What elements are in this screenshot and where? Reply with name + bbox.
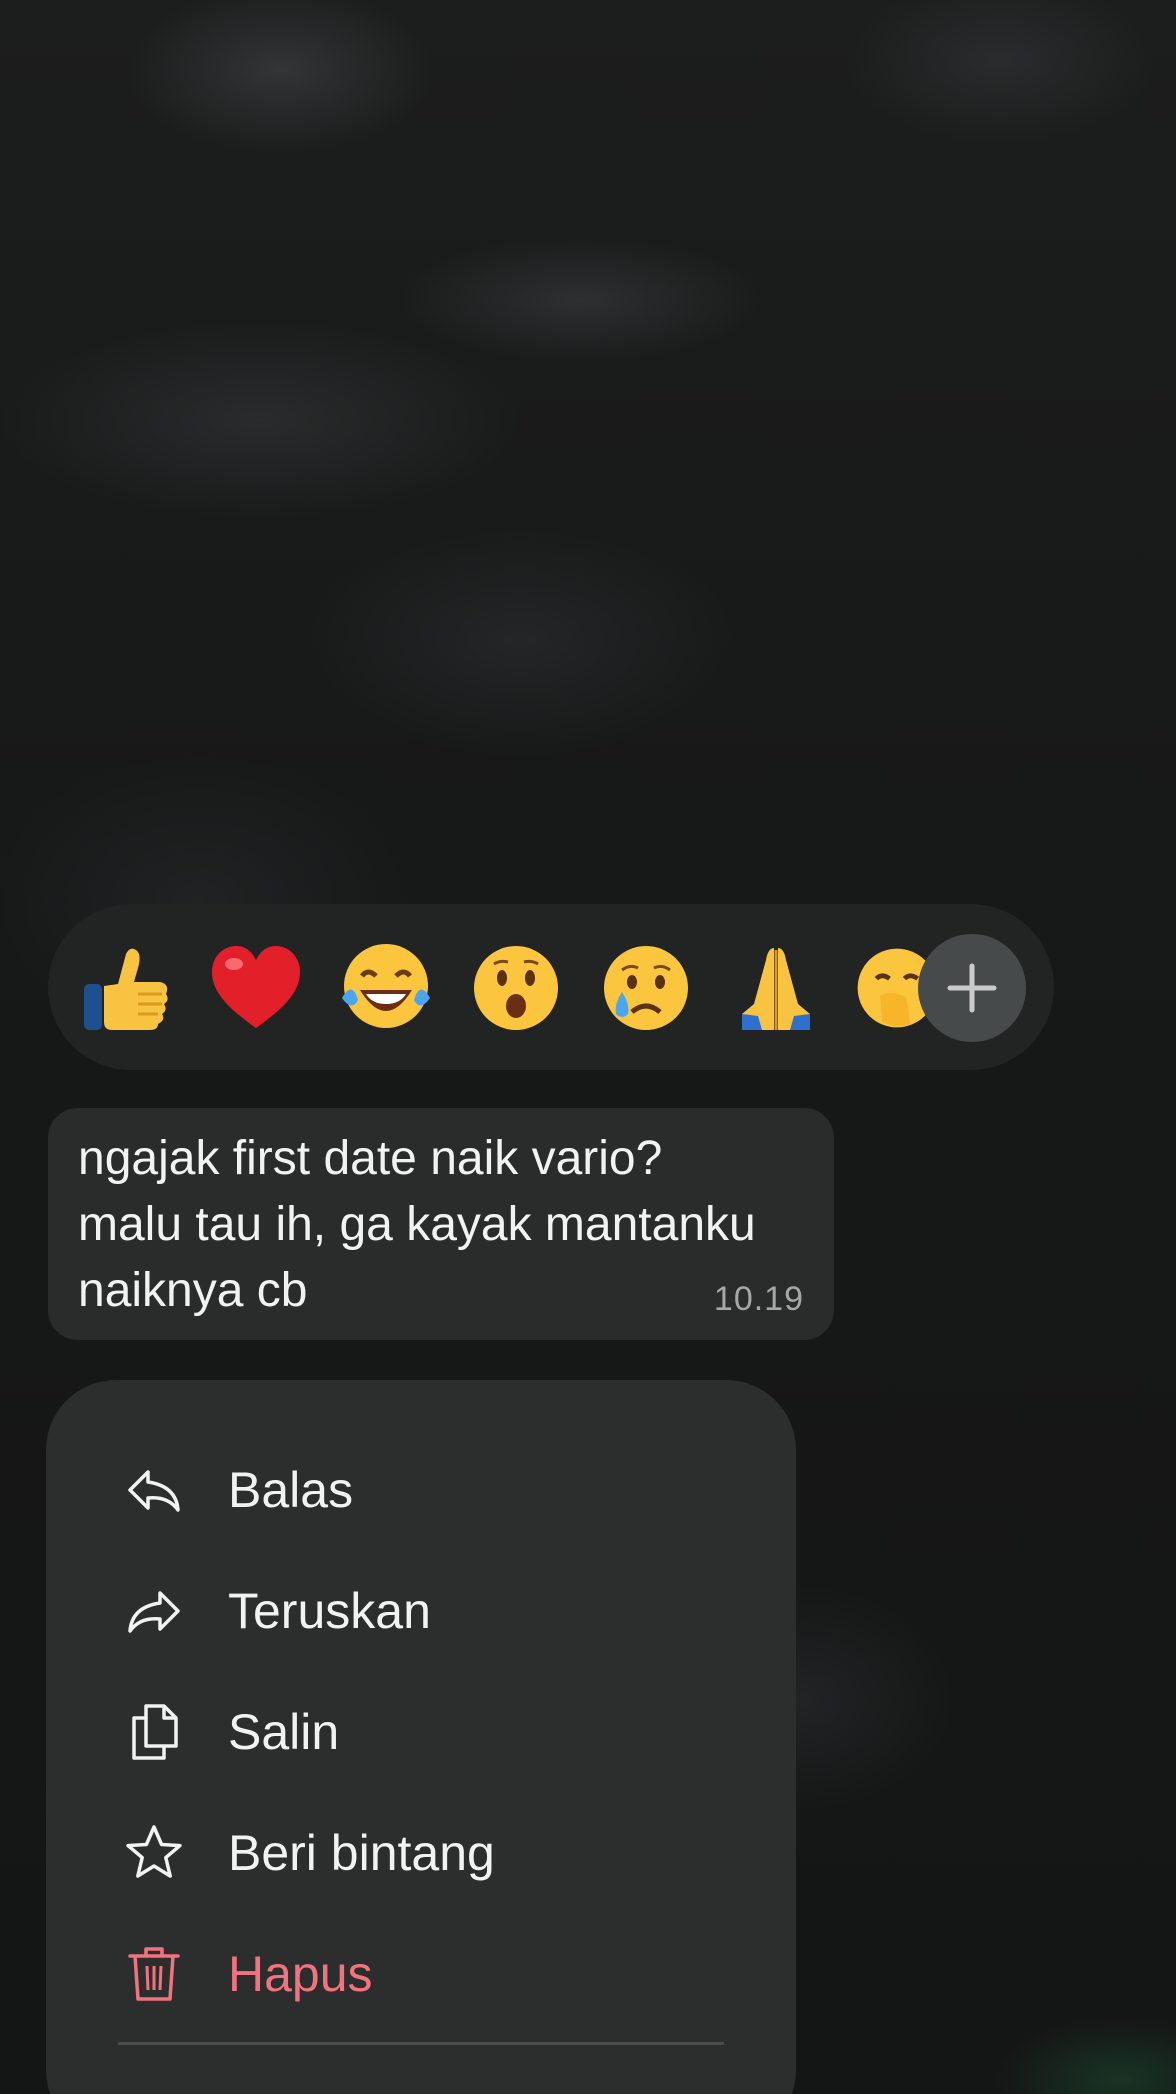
menu-item-label: Hapus <box>228 1946 373 2002</box>
menu-item-star[interactable]: Beri bintang <box>46 1793 796 1913</box>
folded-hands-icon <box>742 948 810 1030</box>
plus-icon <box>947 963 997 1013</box>
star-icon <box>126 1825 182 1878</box>
message-text: ngajak first date naik vario? malu tau i… <box>78 1132 756 1317</box>
crying-face-icon <box>604 946 688 1030</box>
reaction-face-with-tears-of-joy[interactable] <box>334 936 438 1040</box>
forward-icon <box>128 1591 180 1633</box>
menu-item-label: Balas <box>228 1462 354 1518</box>
screen: ngajak first date naik vario? malu tau i… <box>0 0 1176 2094</box>
menu-item-label: Teruskan <box>228 1583 431 1639</box>
menu-item-forward[interactable]: Teruskan <box>46 1551 796 1671</box>
reaction-bar <box>48 904 1054 1070</box>
reaction-red-heart[interactable] <box>204 936 308 1040</box>
message-bubble[interactable]: ngajak first date naik vario? malu tau i… <box>48 1108 834 1340</box>
tears-of-joy-icon <box>342 944 430 1028</box>
surprised-face-icon <box>474 946 558 1030</box>
message-context-menu: Balas Teruskan Salin Beri bintang Hapus <box>46 1380 796 2094</box>
menu-item-copy[interactable]: Salin <box>46 1672 796 1792</box>
heart-icon <box>212 946 300 1028</box>
reaction-folded-hands[interactable] <box>724 936 828 1040</box>
menu-item-delete[interactable]: Hapus <box>46 1914 796 2034</box>
add-reaction-button[interactable] <box>918 934 1026 1042</box>
copy-icon <box>132 1704 178 1760</box>
menu-item-reply[interactable]: Balas <box>46 1430 796 1550</box>
trash-icon <box>128 1947 180 2001</box>
menu-divider <box>118 2042 724 2045</box>
reaction-thumbs-up[interactable] <box>74 936 178 1040</box>
reply-icon <box>128 1470 180 1512</box>
reaction-face-with-open-mouth[interactable] <box>464 936 568 1040</box>
message-timestamp: 10.19 <box>713 1280 804 1318</box>
thumbs-up-icon <box>84 948 168 1030</box>
menu-item-label: Beri bintang <box>228 1825 495 1881</box>
reaction-crying-face[interactable] <box>594 936 698 1040</box>
menu-item-label: Salin <box>228 1704 340 1760</box>
